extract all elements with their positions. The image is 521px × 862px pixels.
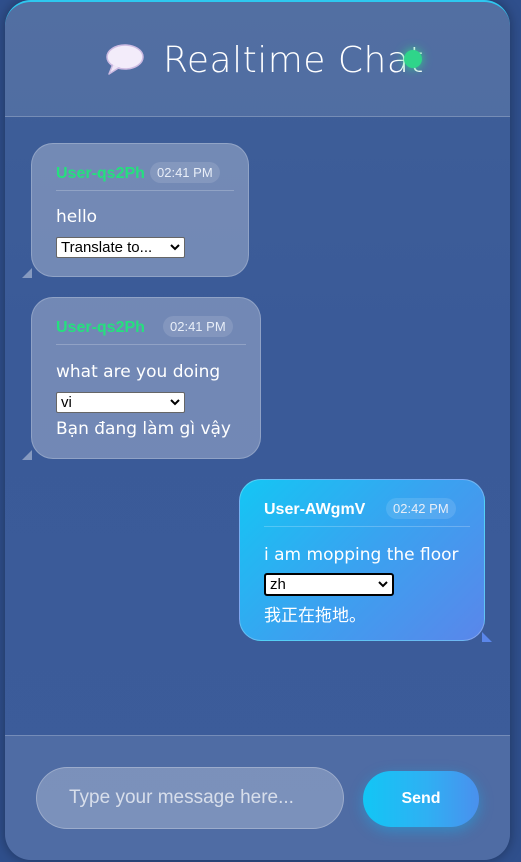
message-bubble: User-AWgmV 02:42 PM i am mopping the flo… [239,479,485,641]
translate-language-select[interactable]: zh [264,573,394,596]
message-meta: User-AWgmV 02:42 PM [264,496,470,527]
message-composer: Type your message here... Send [5,735,510,860]
page-title: Realtime Chat [163,40,425,81]
translate-language-select[interactable]: vi [56,392,185,413]
bubble-tail [22,450,32,460]
bubble-tail [482,632,492,642]
message-username: User-qs2Ph [56,319,145,336]
message-bubble: User-qs2Ph 02:41 PM hello Translate to..… [31,143,249,277]
select-value: Translate to... [61,239,153,256]
chevron-down-icon [170,244,180,251]
translate-language-select[interactable]: Translate to... [56,237,185,258]
bubble-tail [22,268,32,278]
message-text: hello [56,207,98,227]
send-button[interactable]: Send [363,771,479,827]
message-timestamp: 02:41 PM [163,316,233,337]
message-bubble: User-qs2Ph 02:41 PM what are you doing v… [31,297,261,459]
message-input[interactable]: Type your message here... [36,767,344,829]
chat-window: Realtime Chat User-qs2Ph 02:41 PM hello … [5,0,510,860]
message-meta: User-qs2Ph 02:41 PM [56,314,246,345]
online-status-indicator [404,50,422,68]
chevron-down-icon [170,399,180,406]
message-timestamp: 02:41 PM [150,162,220,183]
chat-header: Realtime Chat [5,2,510,117]
message-username: User-qs2Ph [56,165,145,182]
message-list[interactable]: User-qs2Ph 02:41 PM hello Translate to..… [5,118,510,734]
select-value: zh [270,576,286,593]
message-timestamp: 02:42 PM [386,498,456,519]
message-text: i am mopping the floor [264,545,459,565]
translated-text: 我正在拖地。 [264,606,366,626]
message-meta: User-qs2Ph 02:41 PM [56,160,234,191]
message-text: what are you doing [56,362,221,382]
translated-text: Bạn đang làm gì vậy [56,419,231,439]
select-value: vi [61,394,72,411]
message-username: User-AWgmV [264,501,366,518]
chevron-down-icon [378,581,388,588]
speech-balloon-icon [106,44,144,75]
